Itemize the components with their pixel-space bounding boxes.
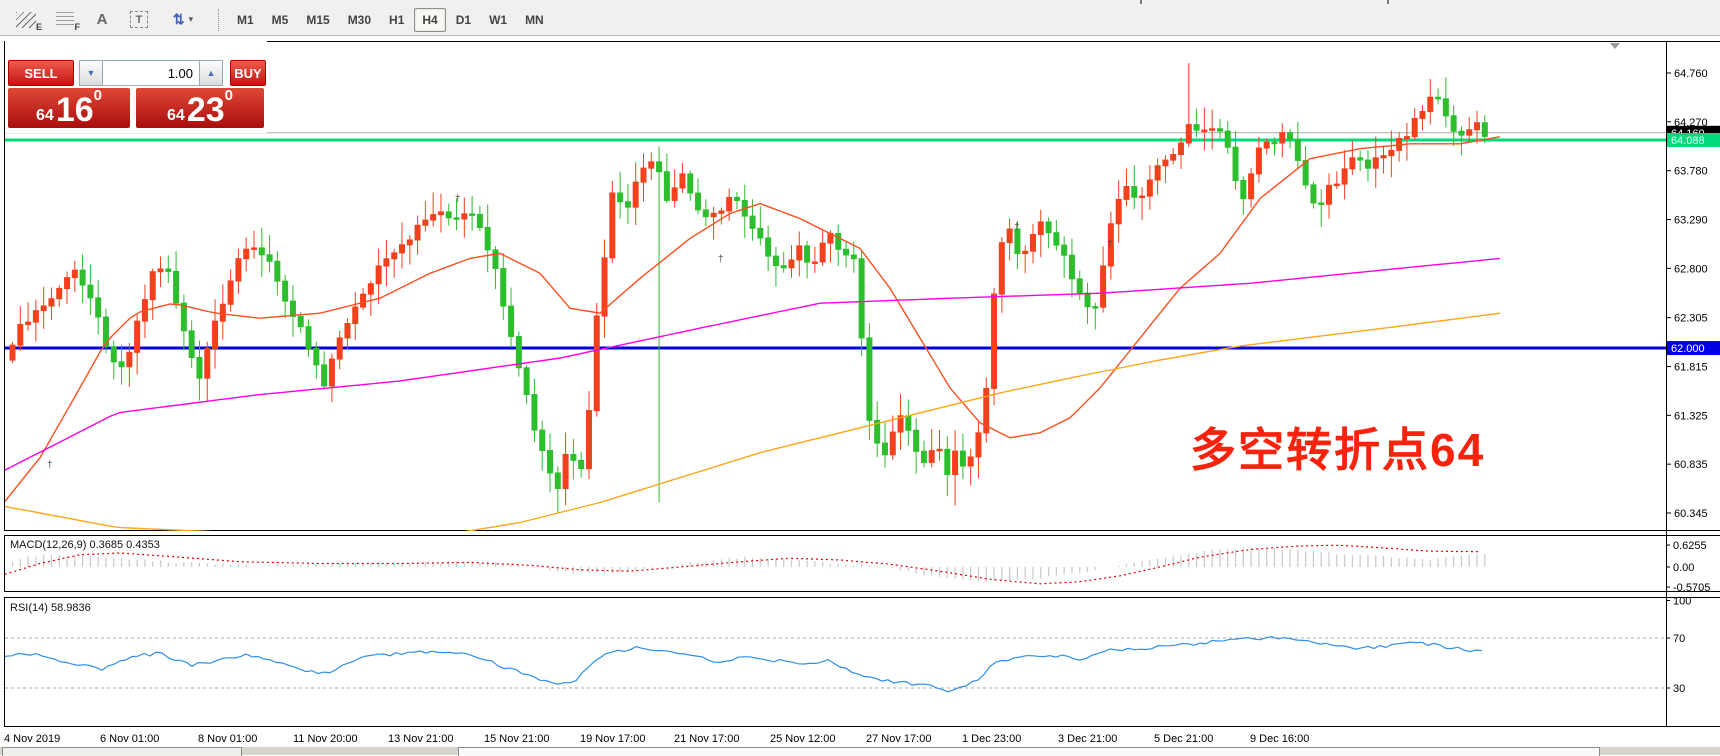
time-tick-label: 15 Nov 21:00 [484, 733, 549, 745]
text-tool-icon: A [97, 11, 108, 28]
macd-tick-label: 0.6255 [1673, 540, 1707, 552]
time-axis: 4 Nov 2019 6 Nov 01:00 8 Nov 01:00 11 Nov 2… [4, 733, 1309, 745]
trading-terminal: E F A T ⇅ ▾ M1M5M15M30H1H4D1W1MN † † † † † MA… [0, 0, 1720, 755]
time-tick-label: 5 Dec 21:00 [1154, 733, 1213, 745]
macd-panel [0, 545, 1485, 584]
toolbar-separator [218, 9, 220, 31]
buy-price-whole: 64 [167, 107, 185, 125]
arrows-tool-button[interactable]: ⇅ ▾ [160, 7, 206, 33]
timeframe-button-h1[interactable]: H1 [381, 8, 412, 32]
toolbar: E F A T ⇅ ▾ M1M5M15M30H1H4D1W1MN [0, 4, 1720, 36]
chart-canvas[interactable]: † † † † † MACD(12,26,9) 0.3685 0.4353 RSI(14) … [0, 35, 1720, 755]
svg-text:†: † [1014, 222, 1020, 233]
price-tick-label: 62.800 [1674, 263, 1708, 275]
arrows-tool-icon: ⇅ [173, 11, 185, 28]
equidistant-channel-tool-button[interactable]: E [8, 7, 44, 33]
sell-button[interactable]: SELL [8, 60, 74, 86]
macd-tick-label: -0.5705 [1673, 582, 1710, 594]
timeframe-button-m30[interactable]: M30 [340, 8, 379, 32]
price-badge-label: 64.088 [1671, 135, 1705, 147]
text-tool-button[interactable]: A [86, 7, 118, 33]
time-tick-label: 21 Nov 17:00 [674, 733, 739, 745]
price-tick-label: 62.305 [1674, 313, 1708, 325]
rsi-tick-label: 30 [1673, 683, 1685, 695]
time-tick-label: 3 Dec 21:00 [1058, 733, 1117, 745]
timeframe-button-h4[interactable]: H4 [414, 8, 445, 32]
timeframe-button-w1[interactable]: W1 [481, 8, 515, 32]
rsi-panel [0, 637, 1666, 692]
buy-price-point: 0 [225, 90, 233, 102]
price-tick-label: 61.325 [1674, 410, 1708, 422]
macd-label: MACD(12,26,9) 0.3685 0.4353 [10, 539, 160, 551]
price-tick-label: 60.345 [1674, 508, 1708, 520]
timeframe-button-m5[interactable]: M5 [264, 8, 297, 32]
timeframe-button-m15[interactable]: M15 [298, 8, 337, 32]
price-tick-label: 63.780 [1674, 166, 1708, 178]
timeframe-button-d1[interactable]: D1 [448, 8, 479, 32]
fibonacci-icon [56, 12, 74, 27]
tool-sub-glyph: F [75, 23, 81, 32]
macd-tick-label: 0.00 [1673, 562, 1694, 574]
buy-price-display[interactable]: 64 23 0 [136, 88, 264, 128]
label-tool-icon: T [130, 11, 148, 28]
sell-price-point: 0 [94, 90, 102, 102]
buy-price-pips: 23 [187, 95, 225, 125]
time-tick-label: 4 Nov 2019 [4, 733, 60, 745]
time-tick-label: 11 Nov 20:00 [293, 733, 358, 745]
time-tick-label: 9 Dec 16:00 [1250, 733, 1309, 745]
time-tick-label: 19 Nov 17:00 [580, 733, 645, 745]
svg-text:†: † [1107, 239, 1113, 250]
time-tick-label: 27 Nov 17:00 [866, 733, 931, 745]
time-tick-label: 6 Nov 01:00 [100, 733, 159, 745]
tool-sub-glyph: E [36, 23, 42, 32]
time-tick-label: 8 Nov 01:00 [198, 733, 257, 745]
rsi-tick-label: 100 [1673, 596, 1691, 608]
rsi-label: RSI(14) 58.9836 [10, 602, 91, 614]
equidistant-channel-icon [16, 12, 36, 28]
sell-price-whole: 64 [36, 107, 54, 125]
volume-input[interactable]: 1.00 [103, 60, 199, 86]
svg-text:†: † [455, 194, 461, 205]
price-badge-label: 62.000 [1671, 343, 1705, 355]
svg-text:†: † [718, 254, 724, 265]
svg-text:†: † [47, 460, 53, 471]
sell-price-pips: 16 [56, 95, 94, 125]
rsi-tick-label: 70 [1673, 633, 1685, 645]
time-tick-label: 1 Dec 23:00 [962, 733, 1021, 745]
object-markers: † † † † † [47, 194, 1113, 471]
bottom-tab-strip [0, 747, 1720, 755]
price-tick-label: 63.290 [1674, 215, 1708, 227]
chart-annotation-text: 多空转折点64 [1190, 414, 1485, 480]
price-tick-label: 60.835 [1674, 459, 1708, 471]
buy-button[interactable]: BUY [230, 60, 266, 86]
price-tick-label: 64.760 [1674, 68, 1708, 80]
label-tool-button[interactable]: T [122, 7, 156, 33]
volume-increase-button[interactable]: ▲ [199, 60, 223, 86]
fibonacci-tool-button[interactable]: F [48, 7, 82, 33]
time-tick-label: 25 Nov 12:00 [770, 733, 835, 745]
price-axis: 64.76064.27063.78063.29062.80062.30561.8… [1666, 68, 1720, 695]
sell-price-display[interactable]: 64 16 0 [8, 88, 130, 128]
volume-decrease-button[interactable]: ▼ [79, 60, 103, 86]
timeframe-button-m1[interactable]: M1 [229, 8, 262, 32]
timeframe-buttons: M1M5M15M30H1H4D1W1MN [228, 8, 553, 32]
time-tick-label: 13 Nov 21:00 [388, 733, 453, 745]
chevron-down-icon: ▾ [189, 14, 194, 25]
one-click-trading-panel: SELL ▼ 1.00 ▲ BUY 64 16 0 64 23 0 [8, 60, 266, 128]
price-tick-label: 61.815 [1674, 361, 1708, 373]
timeframe-button-mn[interactable]: MN [517, 8, 552, 32]
